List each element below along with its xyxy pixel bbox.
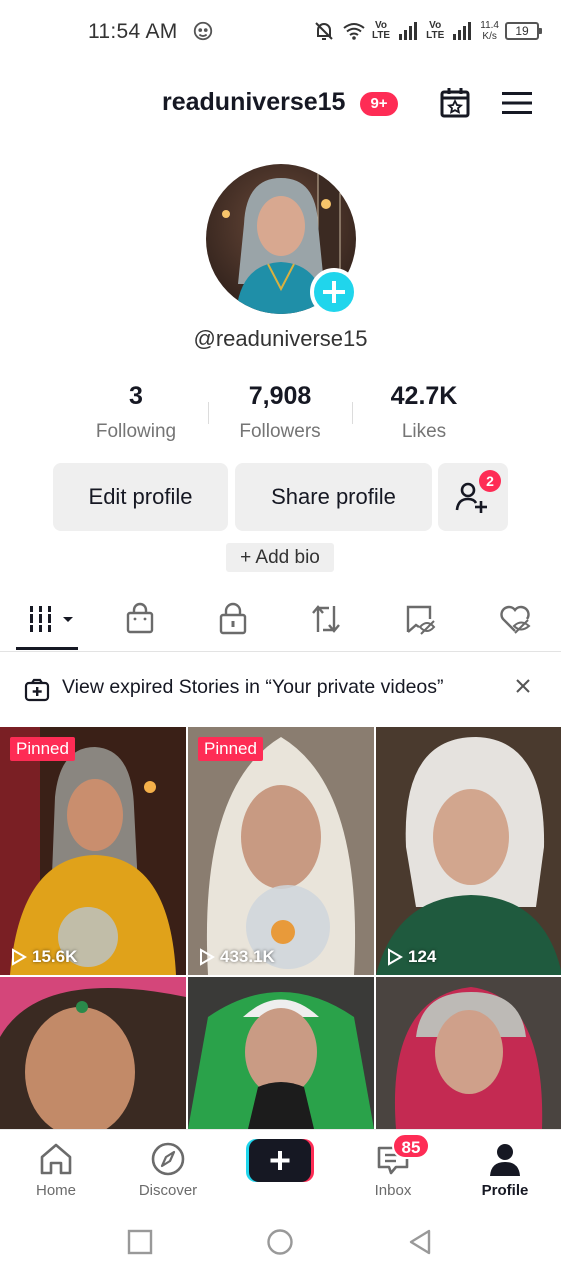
mute-bell-icon: [315, 22, 333, 40]
banner-text: View expired Stories in “Your private vi…: [62, 676, 444, 698]
speed-value: 11.4: [480, 20, 499, 31]
app-notification-icon: [193, 21, 213, 41]
video-thumbnail-image: [188, 977, 374, 1129]
stat-likes-label: Likes: [401, 421, 447, 442]
tab-reposts[interactable]: [309, 602, 343, 636]
share-profile-button[interactable]: Share profile: [235, 463, 432, 531]
tab-liked[interactable]: [498, 602, 532, 636]
edit-profile-button[interactable]: Edit profile: [53, 463, 228, 531]
stat-followers-label: Followers: [239, 421, 321, 442]
profile-tabs: [0, 594, 561, 652]
lock-icon: [219, 602, 247, 635]
stat-following-label: Following: [95, 421, 177, 442]
play-icon: [200, 948, 215, 966]
video-thumbnail[interactable]: [188, 977, 374, 1129]
view-count: 433.1K: [198, 947, 275, 967]
play-icon: [388, 948, 403, 966]
signal-icon: [399, 22, 418, 40]
speed-unit: K/s: [482, 31, 497, 42]
battery-indicator: 19: [505, 22, 542, 40]
video-thumbnail[interactable]: Pinned 433.1K: [188, 727, 374, 975]
tab-private[interactable]: [216, 602, 250, 636]
inbox-badge: 85: [392, 1133, 430, 1159]
stat-followers-value: 7,908: [248, 382, 312, 410]
profile-avatar[interactable]: [206, 164, 358, 316]
bookmark-hidden-icon: [406, 605, 436, 635]
pinned-badge: Pinned: [198, 737, 263, 761]
video-grid: Pinned 15.6K Pinned 433.1K 124: [0, 727, 561, 1129]
grid-videos-icon: [29, 606, 73, 632]
stat-following[interactable]: 3 Following: [66, 382, 206, 443]
nav-profile[interactable]: Profile: [455, 1140, 555, 1199]
back-triangle-icon[interactable]: [406, 1228, 434, 1256]
nav-discover[interactable]: Discover: [118, 1140, 218, 1199]
repost-icon: [312, 605, 340, 633]
tab-videos[interactable]: [26, 602, 76, 636]
video-thumbnail[interactable]: 124: [376, 727, 561, 975]
wifi-icon: [343, 23, 365, 40]
video-thumbnail-image: [0, 977, 186, 1129]
stat-likes-value: 42.7K: [390, 382, 458, 410]
home-circle-icon[interactable]: [266, 1228, 294, 1256]
signal-icon-2: [453, 22, 472, 40]
add-avatar-icon[interactable]: [310, 268, 358, 316]
video-thumbnail[interactable]: [0, 977, 186, 1129]
volte-indicator-2: Vo LTE: [426, 20, 445, 41]
profile-handle: @readuniverse15: [193, 326, 368, 351]
add-friends-button[interactable]: 2: [438, 463, 508, 531]
play-icon: [12, 948, 27, 966]
compass-icon: [151, 1142, 185, 1176]
view-count: 124: [386, 947, 436, 967]
tab-favorites[interactable]: [404, 602, 438, 636]
system-navigation: [0, 1203, 561, 1280]
active-tab-indicator: [16, 647, 78, 650]
nav-discover-label: Discover: [138, 1182, 198, 1199]
menu-icon[interactable]: [500, 88, 534, 118]
header-username[interactable]: readuniverse15: [162, 88, 345, 117]
video-thumbnail-image: [188, 727, 374, 975]
status-bar: 11:54 AM Vo LTE Vo LTE 11.4 K/s 19: [0, 0, 561, 64]
status-time: 11:54 AM: [88, 20, 178, 43]
stat-likes[interactable]: 42.7K Likes: [354, 382, 494, 443]
volte-indicator: Vo LTE: [371, 20, 391, 41]
add-friends-badge: 2: [479, 470, 501, 492]
recent-apps-icon[interactable]: [126, 1228, 154, 1256]
nav-home[interactable]: Home: [6, 1140, 106, 1199]
create-post-button[interactable]: [246, 1139, 314, 1182]
close-icon[interactable]: [514, 677, 532, 695]
calendar-icon[interactable]: [438, 86, 472, 120]
view-count-value: 15.6K: [32, 947, 78, 966]
pinned-badge: Pinned: [10, 737, 75, 761]
stat-divider: [352, 402, 353, 424]
stat-following-value: 3: [129, 382, 143, 410]
stat-followers[interactable]: 7,908 Followers: [210, 382, 350, 443]
profile-person-icon: [490, 1144, 520, 1176]
network-speed: 11.4 K/s: [480, 20, 499, 42]
video-thumbnail[interactable]: [376, 977, 561, 1129]
video-thumbnail[interactable]: Pinned 15.6K: [0, 727, 186, 975]
tab-shop[interactable]: [123, 602, 157, 636]
heart-hidden-icon: [500, 605, 531, 634]
video-thumbnail-image: [376, 977, 561, 1129]
shopping-bag-icon: [126, 602, 154, 634]
add-bio-button[interactable]: + Add bio: [226, 543, 334, 572]
view-count: 15.6K: [10, 947, 77, 967]
stat-divider: [208, 402, 209, 424]
view-count-value: 124: [408, 947, 437, 966]
nav-home-label: Home: [35, 1182, 76, 1199]
nav-profile-label: Profile: [481, 1182, 529, 1199]
notification-badge: 9+: [360, 92, 398, 116]
story-camera-icon: [24, 678, 50, 702]
video-thumbnail-image: [0, 727, 186, 975]
home-icon: [40, 1143, 72, 1175]
expired-stories-banner[interactable]: View expired Stories in “Your private vi…: [0, 658, 561, 720]
video-thumbnail-image: [376, 727, 561, 975]
nav-inbox-label: Inbox: [374, 1182, 412, 1199]
bottom-navigation: Home Discover Inbox 85 Profile: [0, 1129, 561, 1203]
view-count-value: 433.1K: [220, 947, 275, 966]
